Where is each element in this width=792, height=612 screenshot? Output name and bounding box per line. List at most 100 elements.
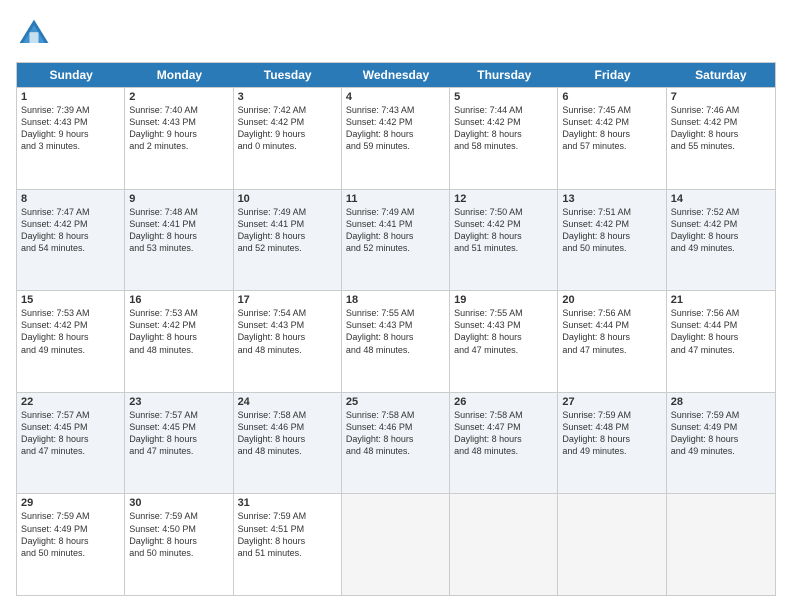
cell-info: Sunrise: 7:47 AMSunset: 4:42 PMDaylight:… [21, 206, 120, 255]
header-day-saturday: Saturday [667, 63, 775, 87]
cell-info: Sunrise: 7:55 AMSunset: 4:43 PMDaylight:… [346, 307, 445, 356]
calendar-cell-21: 21Sunrise: 7:56 AMSunset: 4:44 PMDayligh… [667, 291, 775, 392]
day-number: 5 [454, 91, 553, 103]
logo [16, 16, 56, 52]
cell-info: Sunrise: 7:51 AMSunset: 4:42 PMDaylight:… [562, 206, 661, 255]
cell-info: Sunrise: 7:44 AMSunset: 4:42 PMDaylight:… [454, 104, 553, 153]
cell-info: Sunrise: 7:57 AMSunset: 4:45 PMDaylight:… [129, 409, 228, 458]
cell-info: Sunrise: 7:56 AMSunset: 4:44 PMDaylight:… [671, 307, 771, 356]
calendar-cell-3: 3Sunrise: 7:42 AMSunset: 4:42 PMDaylight… [234, 88, 342, 189]
day-number: 24 [238, 396, 337, 408]
day-number: 28 [671, 396, 771, 408]
day-number: 6 [562, 91, 661, 103]
day-number: 17 [238, 294, 337, 306]
calendar-row-4: 22Sunrise: 7:57 AMSunset: 4:45 PMDayligh… [17, 392, 775, 494]
header-day-wednesday: Wednesday [342, 63, 450, 87]
cell-info: Sunrise: 7:56 AMSunset: 4:44 PMDaylight:… [562, 307, 661, 356]
calendar-cell-29: 29Sunrise: 7:59 AMSunset: 4:49 PMDayligh… [17, 494, 125, 595]
calendar-cell-28: 28Sunrise: 7:59 AMSunset: 4:49 PMDayligh… [667, 393, 775, 494]
calendar-row-3: 15Sunrise: 7:53 AMSunset: 4:42 PMDayligh… [17, 290, 775, 392]
calendar-cell-7: 7Sunrise: 7:46 AMSunset: 4:42 PMDaylight… [667, 88, 775, 189]
day-number: 13 [562, 193, 661, 205]
cell-info: Sunrise: 7:58 AMSunset: 4:46 PMDaylight:… [346, 409, 445, 458]
logo-icon [16, 16, 52, 52]
day-number: 25 [346, 396, 445, 408]
calendar: SundayMondayTuesdayWednesdayThursdayFrid… [16, 62, 776, 596]
day-number: 18 [346, 294, 445, 306]
day-number: 21 [671, 294, 771, 306]
cell-info: Sunrise: 7:54 AMSunset: 4:43 PMDaylight:… [238, 307, 337, 356]
cell-info: Sunrise: 7:59 AMSunset: 4:49 PMDaylight:… [21, 510, 120, 559]
day-number: 1 [21, 91, 120, 103]
calendar-cell-26: 26Sunrise: 7:58 AMSunset: 4:47 PMDayligh… [450, 393, 558, 494]
header-day-sunday: Sunday [17, 63, 125, 87]
header-day-friday: Friday [558, 63, 666, 87]
day-number: 20 [562, 294, 661, 306]
calendar-cell-17: 17Sunrise: 7:54 AMSunset: 4:43 PMDayligh… [234, 291, 342, 392]
cell-info: Sunrise: 7:39 AMSunset: 4:43 PMDaylight:… [21, 104, 120, 153]
cell-info: Sunrise: 7:43 AMSunset: 4:42 PMDaylight:… [346, 104, 445, 153]
cell-info: Sunrise: 7:59 AMSunset: 4:50 PMDaylight:… [129, 510, 228, 559]
day-number: 10 [238, 193, 337, 205]
calendar-cell-15: 15Sunrise: 7:53 AMSunset: 4:42 PMDayligh… [17, 291, 125, 392]
cell-info: Sunrise: 7:58 AMSunset: 4:46 PMDaylight:… [238, 409, 337, 458]
cell-info: Sunrise: 7:49 AMSunset: 4:41 PMDaylight:… [346, 206, 445, 255]
cell-info: Sunrise: 7:50 AMSunset: 4:42 PMDaylight:… [454, 206, 553, 255]
cell-info: Sunrise: 7:45 AMSunset: 4:42 PMDaylight:… [562, 104, 661, 153]
header-day-monday: Monday [125, 63, 233, 87]
calendar-cell-13: 13Sunrise: 7:51 AMSunset: 4:42 PMDayligh… [558, 190, 666, 291]
cell-info: Sunrise: 7:52 AMSunset: 4:42 PMDaylight:… [671, 206, 771, 255]
calendar-cell-19: 19Sunrise: 7:55 AMSunset: 4:43 PMDayligh… [450, 291, 558, 392]
calendar-cell-9: 9Sunrise: 7:48 AMSunset: 4:41 PMDaylight… [125, 190, 233, 291]
calendar-cell-27: 27Sunrise: 7:59 AMSunset: 4:48 PMDayligh… [558, 393, 666, 494]
calendar-cell-1: 1Sunrise: 7:39 AMSunset: 4:43 PMDaylight… [17, 88, 125, 189]
cell-info: Sunrise: 7:59 AMSunset: 4:48 PMDaylight:… [562, 409, 661, 458]
calendar-cell-empty [450, 494, 558, 595]
day-number: 26 [454, 396, 553, 408]
cell-info: Sunrise: 7:58 AMSunset: 4:47 PMDaylight:… [454, 409, 553, 458]
cell-info: Sunrise: 7:59 AMSunset: 4:51 PMDaylight:… [238, 510, 337, 559]
cell-info: Sunrise: 7:40 AMSunset: 4:43 PMDaylight:… [129, 104, 228, 153]
calendar-cell-25: 25Sunrise: 7:58 AMSunset: 4:46 PMDayligh… [342, 393, 450, 494]
day-number: 9 [129, 193, 228, 205]
calendar-row-1: 1Sunrise: 7:39 AMSunset: 4:43 PMDaylight… [17, 87, 775, 189]
header [16, 16, 776, 52]
day-number: 23 [129, 396, 228, 408]
calendar-cell-30: 30Sunrise: 7:59 AMSunset: 4:50 PMDayligh… [125, 494, 233, 595]
cell-info: Sunrise: 7:53 AMSunset: 4:42 PMDaylight:… [129, 307, 228, 356]
day-number: 12 [454, 193, 553, 205]
cell-info: Sunrise: 7:55 AMSunset: 4:43 PMDaylight:… [454, 307, 553, 356]
header-day-tuesday: Tuesday [234, 63, 342, 87]
day-number: 14 [671, 193, 771, 205]
day-number: 11 [346, 193, 445, 205]
calendar-cell-6: 6Sunrise: 7:45 AMSunset: 4:42 PMDaylight… [558, 88, 666, 189]
calendar-cell-16: 16Sunrise: 7:53 AMSunset: 4:42 PMDayligh… [125, 291, 233, 392]
day-number: 8 [21, 193, 120, 205]
calendar-cell-empty [342, 494, 450, 595]
calendar-cell-20: 20Sunrise: 7:56 AMSunset: 4:44 PMDayligh… [558, 291, 666, 392]
calendar-cell-4: 4Sunrise: 7:43 AMSunset: 4:42 PMDaylight… [342, 88, 450, 189]
calendar-cell-8: 8Sunrise: 7:47 AMSunset: 4:42 PMDaylight… [17, 190, 125, 291]
calendar-cell-22: 22Sunrise: 7:57 AMSunset: 4:45 PMDayligh… [17, 393, 125, 494]
cell-info: Sunrise: 7:59 AMSunset: 4:49 PMDaylight:… [671, 409, 771, 458]
header-day-thursday: Thursday [450, 63, 558, 87]
cell-info: Sunrise: 7:57 AMSunset: 4:45 PMDaylight:… [21, 409, 120, 458]
calendar-cell-empty [558, 494, 666, 595]
day-number: 3 [238, 91, 337, 103]
day-number: 30 [129, 497, 228, 509]
calendar-cell-23: 23Sunrise: 7:57 AMSunset: 4:45 PMDayligh… [125, 393, 233, 494]
cell-info: Sunrise: 7:46 AMSunset: 4:42 PMDaylight:… [671, 104, 771, 153]
calendar-cell-12: 12Sunrise: 7:50 AMSunset: 4:42 PMDayligh… [450, 190, 558, 291]
calendar-cell-5: 5Sunrise: 7:44 AMSunset: 4:42 PMDaylight… [450, 88, 558, 189]
page: SundayMondayTuesdayWednesdayThursdayFrid… [0, 0, 792, 612]
calendar-row-2: 8Sunrise: 7:47 AMSunset: 4:42 PMDaylight… [17, 189, 775, 291]
calendar-cell-14: 14Sunrise: 7:52 AMSunset: 4:42 PMDayligh… [667, 190, 775, 291]
cell-info: Sunrise: 7:53 AMSunset: 4:42 PMDaylight:… [21, 307, 120, 356]
day-number: 4 [346, 91, 445, 103]
day-number: 31 [238, 497, 337, 509]
cell-info: Sunrise: 7:48 AMSunset: 4:41 PMDaylight:… [129, 206, 228, 255]
calendar-row-5: 29Sunrise: 7:59 AMSunset: 4:49 PMDayligh… [17, 493, 775, 595]
calendar-cell-10: 10Sunrise: 7:49 AMSunset: 4:41 PMDayligh… [234, 190, 342, 291]
calendar-cell-24: 24Sunrise: 7:58 AMSunset: 4:46 PMDayligh… [234, 393, 342, 494]
calendar-cell-18: 18Sunrise: 7:55 AMSunset: 4:43 PMDayligh… [342, 291, 450, 392]
